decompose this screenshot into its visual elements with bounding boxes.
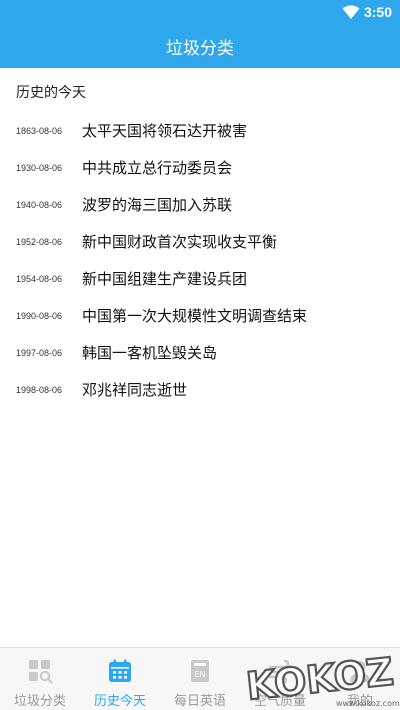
grid-search-icon — [29, 660, 53, 684]
main-content: 历史的今天 1863-08-06 太平天国将领石达开被害 1930-08-06 … — [0, 68, 400, 647]
nav-label: 我的 — [346, 694, 373, 709]
nav-label: 历史今天 — [93, 694, 146, 709]
section-title: 历史的今天 — [16, 85, 86, 101]
event-date: 1863-08-06 — [16, 125, 63, 136]
bottom-nav: 垃圾分类 历史今天 EN 每日英语 空气质量 我的 — [0, 647, 400, 710]
app-title: 垃圾分类 — [166, 38, 234, 59]
event-list: 1863-08-06 太平天国将领石达开被害 1930-08-06 中共成立总行… — [0, 112, 400, 408]
nav-item-profile[interactable]: 我的 — [320, 648, 400, 710]
nav-item-daily-english[interactable]: EN 每日英语 — [160, 648, 240, 710]
wifi-icon — [342, 5, 360, 19]
event-row[interactable]: 1998-08-06 邓兆祥同志逝世 — [0, 371, 400, 408]
calendar-icon — [109, 659, 131, 682]
event-title: 邓兆祥同志逝世 — [82, 381, 188, 399]
air-quality-icon — [268, 659, 291, 684]
event-row[interactable]: 1952-08-06 新中国财政首次实现收支平衡 — [0, 223, 400, 260]
event-title: 波罗的海三国加入苏联 — [82, 196, 233, 214]
nav-label: 空气质量 — [253, 694, 306, 709]
event-date: 1990-08-06 — [16, 310, 63, 321]
svg-text:EN: EN — [194, 670, 205, 679]
status-time: 3:50 — [363, 4, 392, 20]
event-row[interactable]: 1930-08-06 中共成立总行动委员会 — [0, 149, 400, 186]
event-date: 1998-08-06 — [16, 384, 63, 395]
event-date: 1954-08-06 — [16, 273, 63, 284]
profile-icon — [350, 661, 370, 682]
event-date: 1952-08-06 — [16, 236, 63, 247]
event-row[interactable]: 1940-08-06 波罗的海三国加入苏联 — [0, 186, 400, 223]
event-row[interactable]: 1954-08-06 新中国组建生产建设兵团 — [0, 260, 400, 297]
nav-item-air-quality[interactable]: 空气质量 — [240, 648, 320, 710]
event-row[interactable]: 1990-08-06 中国第一次大规模性文明调查结束 — [0, 297, 400, 334]
nav-label: 每日英语 — [173, 694, 226, 709]
event-title: 新中国组建生产建设兵团 — [82, 270, 248, 288]
event-title: 中共成立总行动委员会 — [82, 159, 233, 177]
nav-item-waste-sorting[interactable]: 垃圾分类 — [0, 648, 80, 710]
event-title: 太平天国将领石达开被害 — [82, 122, 248, 140]
event-date: 1940-08-06 — [16, 199, 63, 210]
status-bar: 3:50 — [0, 0, 400, 24]
event-row[interactable]: 1863-08-06 太平天国将领石达开被害 — [0, 112, 400, 149]
event-row[interactable]: 1997-08-06 韩国一客机坠毁关岛 — [0, 334, 400, 371]
event-title: 新中国财政首次实现收支平衡 — [82, 233, 278, 251]
event-title: 韩国一客机坠毁关岛 — [82, 344, 218, 362]
nav-item-history-today[interactable]: 历史今天 — [80, 648, 160, 710]
event-date: 1930-08-06 — [16, 162, 63, 173]
event-date: 1997-08-06 — [16, 347, 63, 358]
app-bar: 垃圾分类 — [0, 24, 400, 68]
event-title: 中国第一次大规模性文明调查结束 — [82, 307, 308, 325]
nav-label: 垃圾分类 — [13, 694, 66, 709]
english-book-icon: EN — [191, 660, 209, 682]
